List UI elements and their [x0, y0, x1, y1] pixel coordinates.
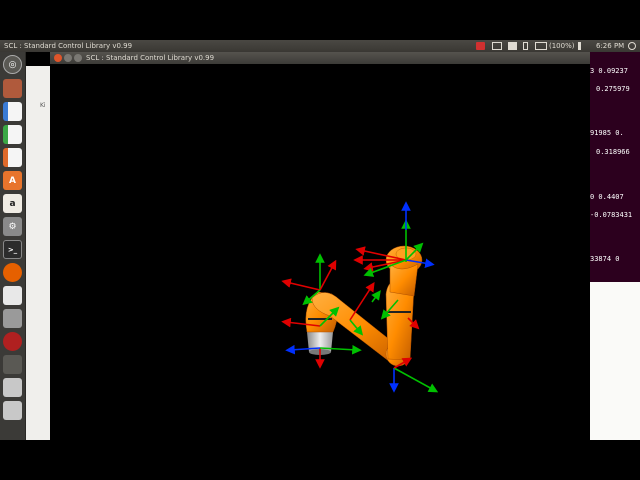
terminal-line: -0.0783431: [590, 211, 633, 219]
main-window-title: SCL : Standard Control Library v0.99: [86, 54, 215, 62]
files-icon[interactable]: [3, 79, 22, 98]
amazon-icon[interactable]: a: [3, 194, 22, 213]
file-window-label: Ki: [40, 102, 46, 109]
panel-app-title: SCL : Standard Control Library v0.99: [4, 42, 133, 50]
firefox-icon[interactable]: [3, 263, 22, 282]
battery-icon[interactable]: [535, 42, 547, 50]
background-window-lower: [590, 282, 640, 440]
indicator-red-icon[interactable]: [476, 42, 485, 50]
disk-icon[interactable]: [3, 309, 22, 328]
close-button[interactable]: [54, 54, 62, 62]
terminal-line: 91985 0.: [590, 129, 624, 137]
maximize-button[interactable]: [74, 54, 82, 62]
terminal-line: 0.275979: [596, 85, 630, 93]
background-terminal[interactable]: 3 0.09237 0.275979 91985 0. 0.318966 0 0…: [588, 52, 640, 282]
terminal-line: 3 0.09237: [590, 67, 628, 75]
robot-app-icon[interactable]: [3, 332, 22, 351]
desktop-screen: SCL : Standard Control Library v0.99 (10…: [0, 40, 640, 440]
terminal-line: 0 0.4407: [590, 193, 624, 201]
keyboard-en-icon[interactable]: [508, 42, 517, 50]
main-window-titlebar[interactable]: SCL : Standard Control Library v0.99: [50, 52, 590, 64]
unity-launcher: ◎ A a ⚙ >_: [0, 52, 26, 440]
settings-icon[interactable]: ⚙: [3, 217, 22, 236]
dash-icon[interactable]: ◎: [3, 55, 22, 74]
trash-icon[interactable]: [3, 401, 22, 420]
software-center-icon[interactable]: A: [3, 171, 22, 190]
impress-icon[interactable]: [3, 148, 22, 167]
minimize-button[interactable]: [64, 54, 72, 62]
scl-main-window[interactable]: SCL : Standard Control Library v0.99: [50, 52, 590, 440]
calc-icon[interactable]: [3, 125, 22, 144]
terminal-line: 33874 0: [590, 255, 620, 263]
text-editor-icon[interactable]: [3, 286, 22, 305]
mail-icon[interactable]: [492, 42, 502, 50]
terminal-icon[interactable]: >_: [3, 240, 22, 259]
clock[interactable]: 6:26 PM: [596, 40, 624, 52]
writer-icon[interactable]: [3, 102, 22, 121]
robot-scene: [281, 201, 439, 393]
power-icon[interactable]: [628, 42, 636, 50]
terminal-line: 0.318966: [596, 148, 630, 156]
battery-percent: (100%): [549, 42, 575, 50]
3d-viewport[interactable]: [50, 64, 590, 440]
volume-icon[interactable]: [578, 42, 586, 50]
top-panel: SCL : Standard Control Library v0.99 (10…: [0, 40, 640, 52]
workspace-switcher-icon[interactable]: [3, 355, 22, 374]
bluetooth-icon[interactable]: [523, 42, 528, 50]
drive-icon[interactable]: [3, 378, 22, 397]
